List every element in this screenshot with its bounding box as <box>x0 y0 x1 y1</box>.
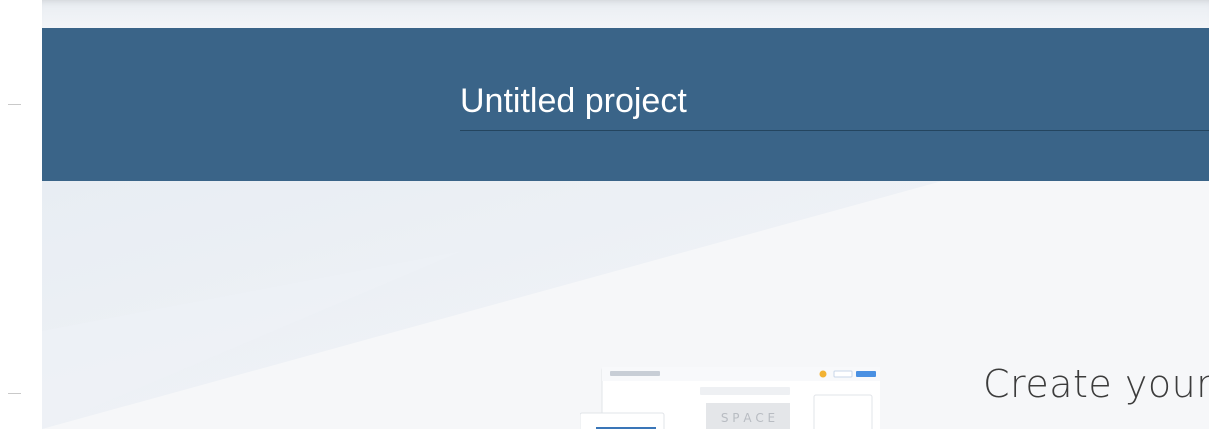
main-canvas-area: S P A C E Create your <box>42 181 1209 429</box>
top-strip <box>42 0 1209 28</box>
left-gutter <box>0 0 42 429</box>
project-title-input[interactable]: Untitled project <box>460 78 1209 131</box>
create-heading: Create your <box>983 362 1209 406</box>
app-preview-illustration: S P A C E <box>580 367 880 429</box>
editor-page: Untitled project S P A C E Create your <box>0 0 1209 429</box>
project-header: Untitled project <box>42 28 1209 181</box>
preview-caption: S P A C E <box>721 411 775 425</box>
gutter-marker <box>8 393 21 394</box>
gutter-marker <box>8 104 21 105</box>
